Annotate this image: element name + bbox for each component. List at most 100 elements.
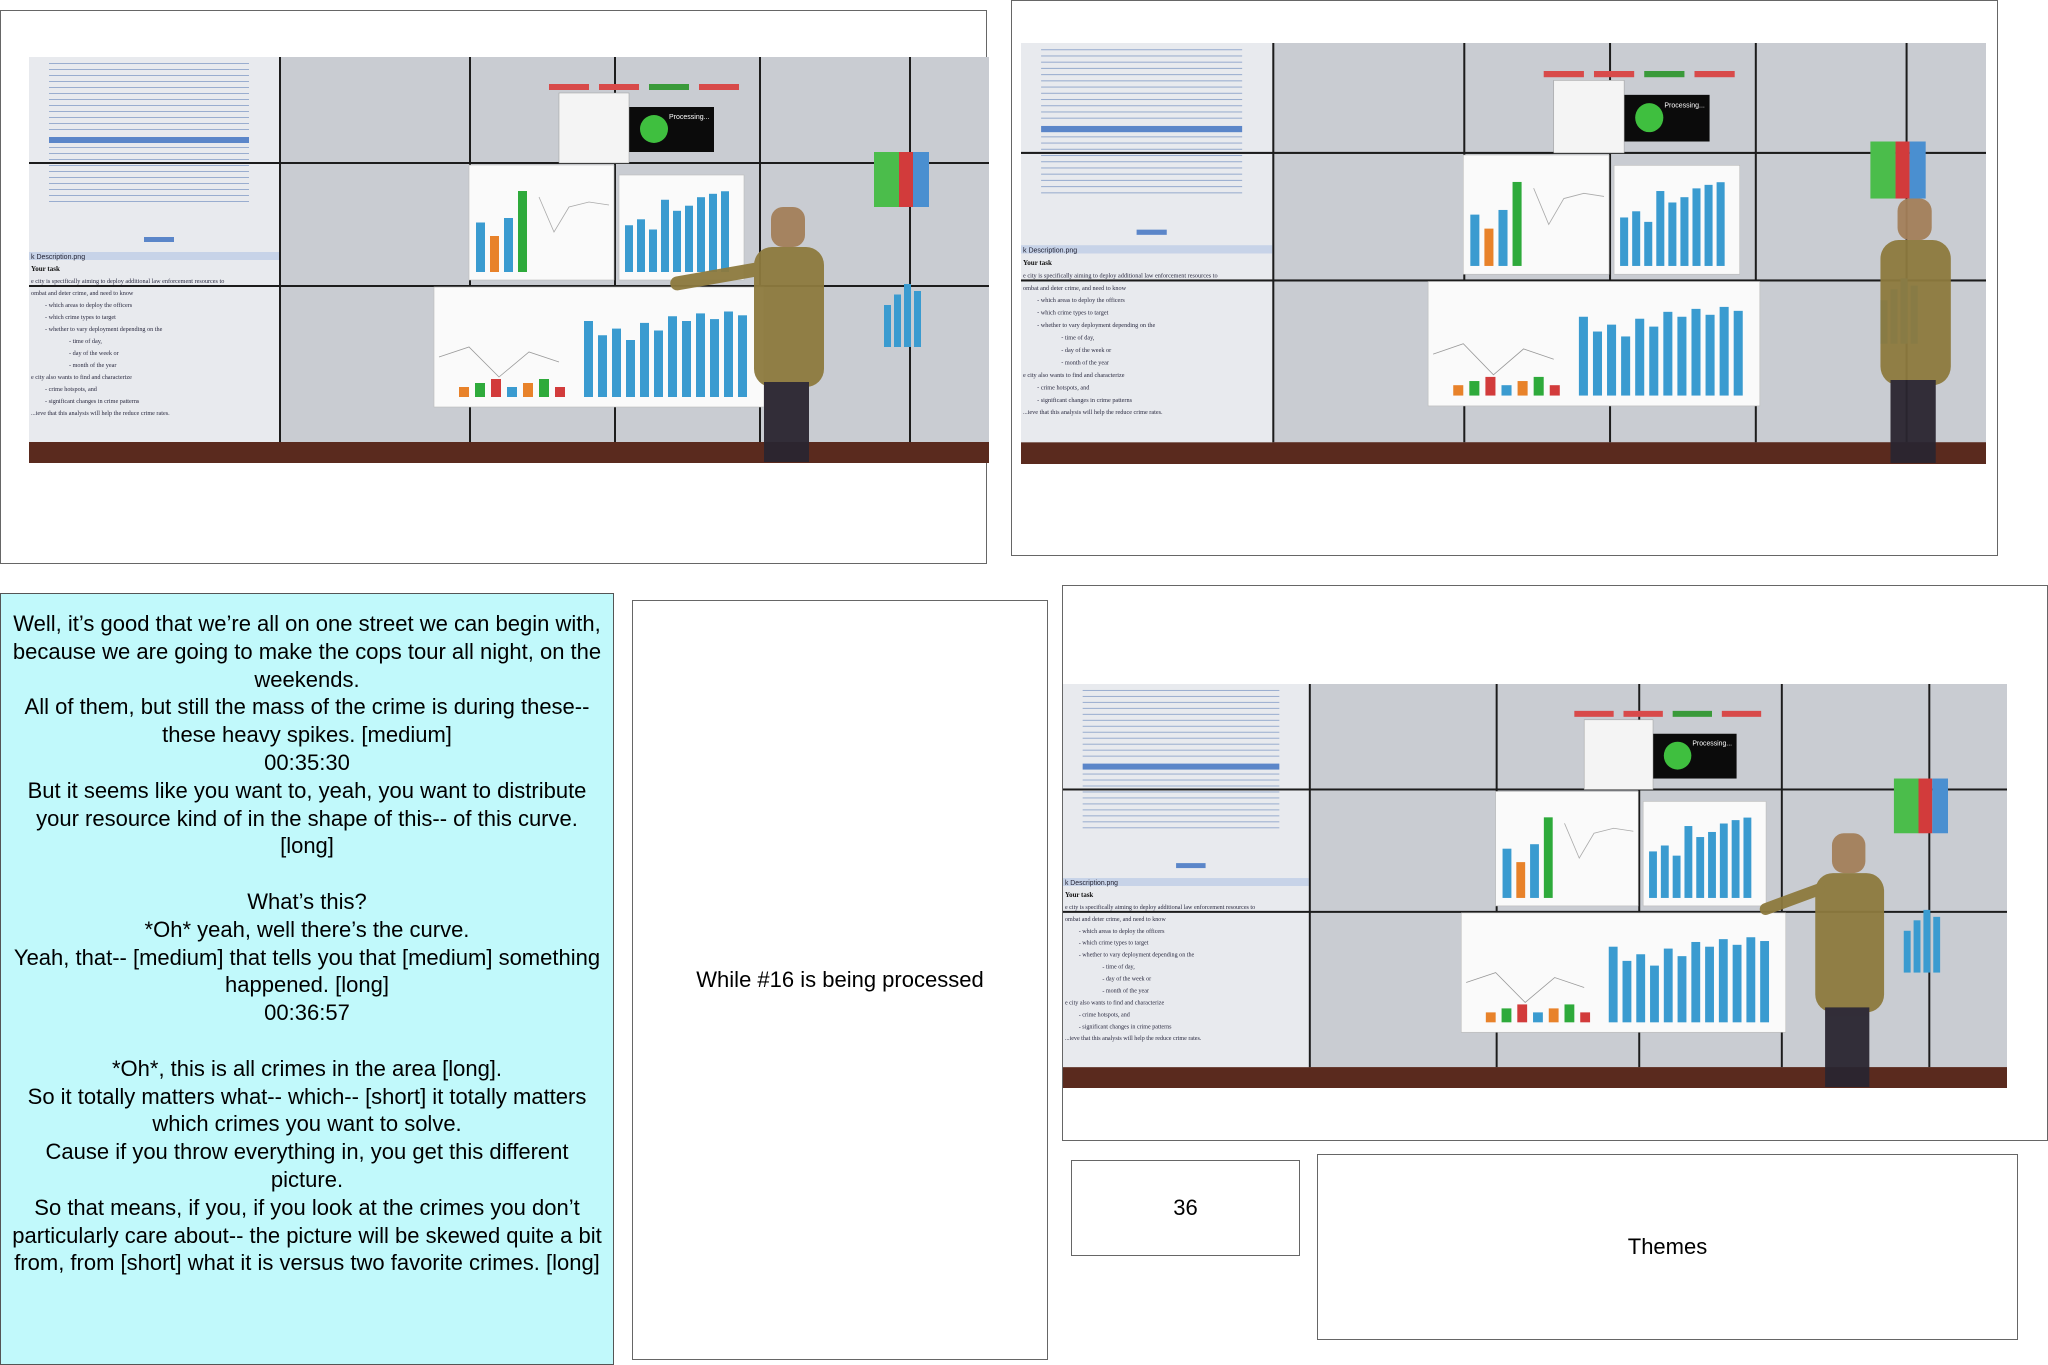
chart-bar	[1719, 823, 1728, 898]
task-window-title: k Description.png	[31, 254, 85, 261]
bezel	[1308, 684, 1311, 1068]
menu-tab	[1543, 70, 1584, 78]
chart-bar	[1649, 326, 1659, 396]
chart-bar	[1632, 211, 1641, 266]
treemap-blue	[1909, 141, 1926, 199]
chart-bar	[1718, 939, 1728, 1023]
number-box: 36	[1071, 1160, 1300, 1256]
chart-bar	[709, 193, 717, 272]
chart-bar	[1592, 331, 1603, 396]
presenter-head	[771, 207, 805, 247]
task-line: - crime hotspots, and	[1079, 1012, 1130, 1018]
chart-bar	[598, 335, 607, 397]
menu-popup	[558, 92, 630, 164]
chart-bar	[523, 383, 533, 397]
task-line: ...ieve that this analysis will help the…	[1023, 409, 1163, 416]
chart-bar	[1502, 848, 1512, 898]
task-window-title: k Description.png	[1065, 880, 1118, 887]
chart-bar	[1663, 311, 1673, 396]
chart-bar	[1498, 209, 1508, 266]
chart-bar	[459, 387, 469, 397]
task-line: - month of the year	[1061, 359, 1110, 366]
chart-bar	[1533, 1012, 1543, 1023]
task-window-title: k Description.png	[1023, 246, 1077, 254]
menu-tab	[549, 84, 589, 90]
chart-bar	[1533, 376, 1544, 396]
chart-bar	[668, 316, 677, 397]
display-wall-image: k Description.png Your task e city is spec…	[29, 57, 989, 463]
chart-bar	[1650, 965, 1659, 1023]
chart-bar	[1696, 837, 1705, 898]
task-line: e city also wants to find and characteri…	[1023, 372, 1125, 379]
chart-bar	[1620, 217, 1629, 266]
presenter-body	[1815, 873, 1885, 1013]
photo-3: k Description.png Your task e city is spec…	[1063, 684, 2007, 1088]
chart-bar	[1607, 324, 1617, 396]
chart-bar	[1716, 182, 1725, 266]
bezel	[29, 162, 989, 164]
transcript-line: *Oh* yeah, well there’s the curve.	[144, 916, 470, 942]
treemap-green	[1870, 141, 1896, 199]
task-line: e city is specifically aiming to deploy …	[1065, 904, 1255, 911]
chart-bar	[1578, 316, 1588, 396]
treemap-red	[1918, 778, 1933, 834]
chart-bar	[1913, 920, 1921, 973]
transcript-line: 00:35:30	[264, 749, 350, 775]
chart-bar	[710, 319, 719, 397]
treemap-blue	[913, 152, 929, 207]
transcript-line: So it totally matters what-- which-- [sh…	[27, 1083, 587, 1137]
chart-bar	[555, 387, 565, 397]
chart-bar	[490, 236, 499, 272]
chart-bar	[1580, 1012, 1591, 1023]
chart-bar	[476, 222, 485, 272]
processing-spinner	[1635, 103, 1664, 133]
chart-bar	[685, 205, 693, 272]
chart-bar	[1760, 941, 1770, 1023]
chart-bar	[584, 321, 593, 397]
menu-popup	[1583, 719, 1654, 790]
transcript-gap	[9, 860, 605, 888]
presenter-body	[1880, 240, 1951, 386]
chart-bar	[1501, 385, 1512, 396]
transcript-note: Well, it’s good that we’re all on one st…	[0, 593, 614, 1365]
chart-bar	[649, 229, 657, 272]
chart-bar	[654, 330, 663, 397]
chart-bar	[1516, 862, 1526, 898]
bezel	[909, 57, 911, 442]
chart-bar	[625, 225, 633, 272]
task-line: - day of the week or	[1061, 347, 1112, 354]
task-line: - which crime types to target	[1037, 310, 1109, 317]
task-line: - whether to vary deployment depending o…	[1037, 322, 1155, 329]
chart-bar	[1705, 314, 1715, 396]
chart-bar	[1469, 381, 1480, 396]
chart-bar	[626, 340, 635, 397]
task-heading: Your task	[1023, 259, 1052, 267]
processing-spinner	[1663, 741, 1692, 770]
transcript-line: All of them, but still the mass of the c…	[24, 694, 590, 748]
transcript-line: *Oh*, this is all crimes in the area [lo…	[111, 1055, 503, 1081]
chart-bar	[1501, 1008, 1512, 1023]
chart-bar	[1543, 817, 1553, 898]
menu-tab	[1644, 70, 1685, 78]
transcript-line: So that means, if you, if you look at th…	[12, 1194, 602, 1276]
processing-label: Processing...	[669, 114, 710, 121]
display-wall-image: k Description.png Your task e city is spec…	[1063, 684, 2007, 1088]
chart-bar	[1622, 960, 1632, 1023]
task-line: - which areas to deploy the officers	[1079, 928, 1165, 935]
photo-2: k Description.png Your task e city is spec…	[1021, 43, 1986, 464]
chart-bar	[1660, 845, 1669, 898]
status-box: While #16 is being processed	[632, 600, 1048, 1360]
menu-tab	[1694, 70, 1735, 78]
number-text: 36	[1173, 1195, 1198, 1220]
task-line: ombat and deter crime, and need to know	[1023, 285, 1127, 292]
bezel	[1928, 684, 1931, 1068]
bezel	[1063, 788, 2007, 791]
task-line: - significant changes in crime patterns	[1037, 397, 1132, 404]
task-line: - time of day,	[1061, 334, 1095, 341]
chart-bar	[1691, 941, 1701, 1023]
chart-bar	[1608, 946, 1618, 1023]
chart-bar	[1485, 1012, 1496, 1023]
menu-popup	[1553, 80, 1625, 154]
task-line: - whether to vary deployment depending o…	[1079, 953, 1195, 959]
chart-bar	[1708, 831, 1716, 898]
